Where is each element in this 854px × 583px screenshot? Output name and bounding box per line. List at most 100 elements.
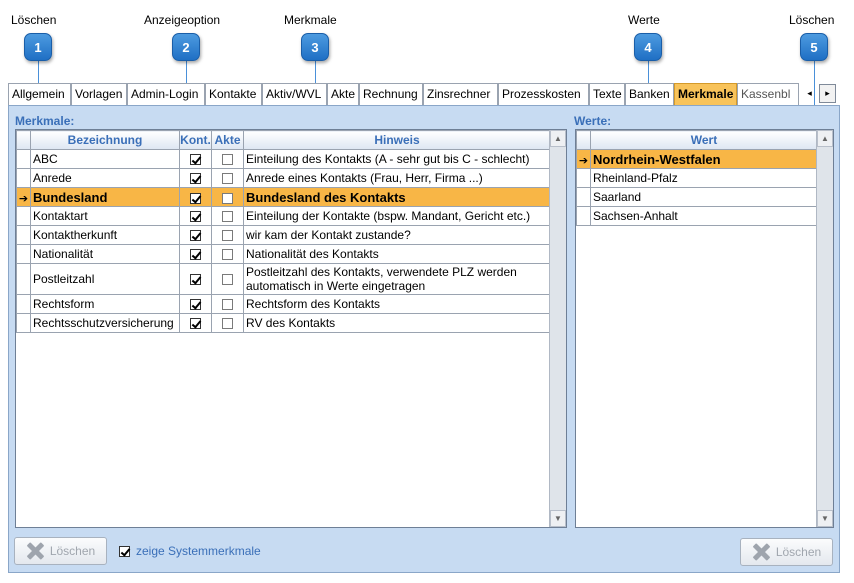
scroll-up-icon[interactable]: ▲ <box>817 130 833 147</box>
cell-bezeichnung[interactable]: Kontaktherkunft <box>30 225 180 245</box>
cell-kont[interactable] <box>179 263 212 295</box>
kont-checkbox[interactable] <box>190 249 201 261</box>
cell-kont[interactable] <box>179 313 212 333</box>
cell-akte[interactable] <box>211 206 244 226</box>
cell-akte[interactable] <box>211 168 244 188</box>
tab-akte[interactable]: Akte <box>327 83 359 106</box>
akte-checkbox[interactable] <box>222 249 233 261</box>
cell-kont[interactable] <box>179 294 212 314</box>
werte-scrollbar[interactable]: ▲ ▼ <box>816 130 833 527</box>
tab-texte[interactable]: Texte <box>589 83 625 106</box>
column-header-hinweis[interactable]: Hinweis <box>243 130 551 150</box>
tab-vorlagen[interactable]: Vorlagen <box>71 83 127 106</box>
kont-checkbox[interactable] <box>190 211 201 223</box>
cell-wert[interactable]: Nordrhein-Westfalen <box>590 149 818 169</box>
akte-checkbox[interactable] <box>222 211 233 223</box>
cell-hinweis[interactable]: Bundesland des Kontakts <box>243 187 551 207</box>
akte-checkbox[interactable] <box>222 274 233 286</box>
table-row[interactable]: Kontaktherkunft wir kam der Kontakt zust… <box>16 225 551 245</box>
delete-merkmal-button[interactable]: Löschen <box>14 537 107 565</box>
werte-row[interactable]: Sachsen-Anhalt <box>576 206 818 226</box>
table-row[interactable]: Rechtsschutzversicherung RV des Kontakts <box>16 313 551 333</box>
tab-admin-login[interactable]: Admin-Login <box>127 83 205 106</box>
show-system-merkmale-checkbox[interactable] <box>119 545 130 557</box>
cell-bezeichnung[interactable]: Nationalität <box>30 244 180 264</box>
akte-checkbox[interactable] <box>222 192 233 204</box>
cell-kont[interactable] <box>179 244 212 264</box>
kont-checkbox[interactable] <box>190 154 201 166</box>
cell-bezeichnung[interactable]: Bundesland <box>30 187 180 207</box>
table-row[interactable]: Rechtsform Rechtsform des Kontakts <box>16 294 551 314</box>
cell-kont[interactable] <box>179 149 212 169</box>
cell-kont[interactable] <box>179 187 212 207</box>
cell-hinweis[interactable]: Einteilung des Kontakts (A - sehr gut bi… <box>243 149 551 169</box>
akte-checkbox[interactable] <box>222 154 233 166</box>
tab-scroll-right-icon[interactable]: ▸ <box>819 84 836 103</box>
cell-bezeichnung[interactable]: Postleitzahl <box>30 263 180 295</box>
cell-akte[interactable] <box>211 225 244 245</box>
table-row[interactable]: Anrede Anrede eines Kontakts (Frau, Herr… <box>16 168 551 188</box>
kont-checkbox[interactable] <box>190 274 201 286</box>
akte-checkbox[interactable] <box>222 230 233 242</box>
tab-allgemein[interactable]: Allgemein <box>8 83 71 106</box>
kont-checkbox[interactable] <box>190 299 201 311</box>
cell-wert[interactable]: Sachsen-Anhalt <box>590 206 818 226</box>
kont-checkbox[interactable] <box>190 230 201 242</box>
cell-hinweis[interactable]: wir kam der Kontakt zustande? <box>243 225 551 245</box>
werte-grid[interactable]: Wert ➔ Nordrhein-Westfalen Rheinland-Pfa… <box>575 129 834 528</box>
kont-checkbox[interactable] <box>190 173 201 185</box>
tab-merkmale[interactable]: Merkmale <box>674 83 737 106</box>
merkmale-scrollbar[interactable]: ▲ ▼ <box>549 130 566 527</box>
cell-akte[interactable] <box>211 263 244 295</box>
tab-aktiv-wvl[interactable]: Aktiv/WVL <box>262 83 327 106</box>
kont-checkbox[interactable] <box>190 192 201 204</box>
cell-akte[interactable] <box>211 149 244 169</box>
cell-bezeichnung[interactable]: Kontaktart <box>30 206 180 226</box>
tab-kontakte[interactable]: Kontakte <box>205 83 262 106</box>
show-system-merkmale[interactable]: zeige Systemmerkmale <box>119 544 261 558</box>
cell-hinweis[interactable]: RV des Kontakts <box>243 313 551 333</box>
cell-kont[interactable] <box>179 206 212 226</box>
cell-bezeichnung[interactable]: Rechtsform <box>30 294 180 314</box>
cell-akte[interactable] <box>211 187 244 207</box>
cell-bezeichnung[interactable]: ABC <box>30 149 180 169</box>
cell-wert[interactable]: Rheinland-Pfalz <box>590 168 818 188</box>
column-header-wert[interactable]: Wert <box>590 130 818 150</box>
cell-hinweis[interactable]: Rechtsform des Kontakts <box>243 294 551 314</box>
column-header-bezeichnung[interactable]: Bezeichnung <box>30 130 180 150</box>
werte-row[interactable]: Saarland <box>576 187 818 207</box>
cell-hinweis[interactable]: Postleitzahl des Kontakts, verwendete PL… <box>243 263 551 295</box>
scroll-down-icon[interactable]: ▼ <box>550 510 566 527</box>
column-header-akte[interactable]: Akte <box>211 130 244 150</box>
cell-wert[interactable]: Saarland <box>590 187 818 207</box>
werte-row[interactable]: Rheinland-Pfalz <box>576 168 818 188</box>
tab-rechnung[interactable]: Rechnung <box>359 83 423 106</box>
werte-row-selected[interactable]: ➔ Nordrhein-Westfalen <box>576 149 818 169</box>
cell-akte[interactable] <box>211 294 244 314</box>
merkmale-grid[interactable]: Bezeichnung Kont. Akte Hinweis ABC Einte… <box>15 129 567 528</box>
table-row[interactable]: Kontaktart Einteilung der Kontakte (bspw… <box>16 206 551 226</box>
tab-banken[interactable]: Banken <box>625 83 674 106</box>
table-row[interactable]: Postleitzahl Postleitzahl des Kontakts, … <box>16 263 551 295</box>
table-row[interactable]: Nationalität Nationalität des Kontakts <box>16 244 551 264</box>
cell-hinweis[interactable]: Anrede eines Kontakts (Frau, Herr, Firma… <box>243 168 551 188</box>
tab-zinsrechner[interactable]: Zinsrechner <box>423 83 498 106</box>
kont-checkbox[interactable] <box>190 318 201 330</box>
cell-akte[interactable] <box>211 313 244 333</box>
akte-checkbox[interactable] <box>222 173 233 185</box>
table-row-selected[interactable]: ➔ Bundesland Bundesland des Kontakts <box>16 187 551 207</box>
cell-hinweis[interactable]: Nationalität des Kontakts <box>243 244 551 264</box>
cell-bezeichnung[interactable]: Anrede <box>30 168 180 188</box>
column-header-kont[interactable]: Kont. <box>179 130 212 150</box>
akte-checkbox[interactable] <box>222 299 233 311</box>
tab-kassenbuch[interactable]: Kassenbl <box>737 83 799 106</box>
cell-kont[interactable] <box>179 168 212 188</box>
cell-hinweis[interactable]: Einteilung der Kontakte (bspw. Mandant, … <box>243 206 551 226</box>
cell-kont[interactable] <box>179 225 212 245</box>
tab-prozesskosten[interactable]: Prozesskosten <box>498 83 589 106</box>
cell-akte[interactable] <box>211 244 244 264</box>
scroll-up-icon[interactable]: ▲ <box>550 130 566 147</box>
cell-bezeichnung[interactable]: Rechtsschutzversicherung <box>30 313 180 333</box>
tab-scroll-left-icon[interactable]: ◂ <box>801 84 818 103</box>
delete-wert-button[interactable]: Löschen <box>740 538 833 566</box>
